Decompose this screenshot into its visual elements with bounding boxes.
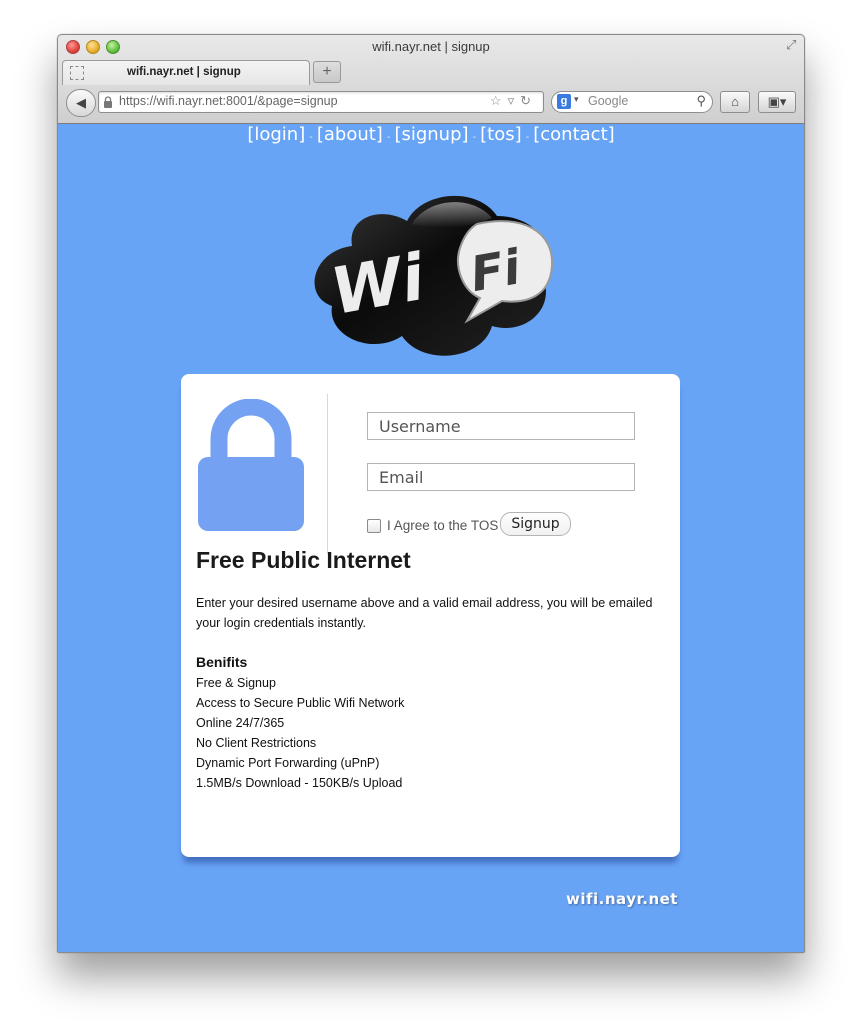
padlock-icon: [198, 399, 304, 531]
reader-dropdown-icon[interactable]: ▿: [508, 93, 521, 108]
vertical-divider: [327, 394, 328, 554]
card-description: Enter your desired username above and a …: [196, 596, 653, 630]
benefit-item: Access to Secure Public Wifi Network: [196, 696, 405, 710]
bookmark-star-icon[interactable]: ☆: [490, 93, 508, 108]
new-tab-button[interactable]: +: [313, 61, 341, 83]
email-input[interactable]: [367, 463, 635, 491]
reload-icon[interactable]: ↻: [520, 93, 537, 108]
search-placeholder: Google: [588, 94, 629, 108]
nav-link-contact[interactable]: [contact]: [533, 124, 614, 145]
google-icon[interactable]: g: [557, 94, 571, 109]
benefit-item: 1.5MB/s Download - 150KB/s Upload: [196, 776, 403, 790]
nav-separator: -: [525, 132, 530, 143]
page-content: [login] - [about] - [signup] - [tos] - [contact]…: [58, 124, 804, 952]
benefit-item: Dynamic Port Forwarding (uPnP): [196, 756, 380, 770]
back-button[interactable]: ◀: [66, 89, 96, 117]
signup-button[interactable]: Signup: [500, 512, 571, 536]
tab-label: wifi.nayr.net | signup: [127, 66, 241, 78]
fullscreen-icon[interactable]: ⤢: [786, 38, 800, 52]
wifi-logo: Wi Fi: [314, 195, 554, 356]
nav-separator: -: [472, 132, 477, 143]
nav-link-signup[interactable]: [signup]: [394, 124, 468, 145]
agree-tos-label[interactable]: I Agree to the TOS: [387, 518, 498, 533]
agree-tos-checkbox[interactable]: [367, 519, 381, 533]
nav-separator: -: [309, 132, 313, 143]
browser-toolbar: wifi.nayr.net | signup ⤢ wifi.nayr.net |…: [58, 35, 804, 124]
top-navigation: [login] - [about] - [signup] - [tos] - [contact]: [58, 124, 804, 145]
logo-fi-text: Fi: [466, 239, 525, 303]
browser-window: wifi.nayr.net | signup ⤢ wifi.nayr.net |…: [57, 34, 805, 953]
bookmarks-menu-button[interactable]: ▣▾: [758, 91, 796, 113]
home-button[interactable]: ⌂: [720, 91, 750, 113]
benefit-item: No Client Restrictions: [196, 736, 317, 750]
nav-separator: -: [386, 132, 391, 143]
browser-tab-active[interactable]: wifi.nayr.net | signup: [62, 60, 310, 85]
search-bar[interactable]: g ▾ Google ⚲: [551, 91, 713, 113]
signup-card: I Agree to the TOS Signup Free Public In…: [181, 374, 680, 857]
username-input[interactable]: [367, 412, 635, 440]
window-title: wifi.nayr.net | signup: [372, 39, 490, 54]
benefits-list: Free & Signup Access to Secure Public Wi…: [196, 673, 404, 793]
secure-lock-icon: [104, 96, 112, 108]
home-icon: ⌂: [731, 94, 739, 109]
benefit-item: Online 24/7/365: [196, 716, 285, 730]
favicon-placeholder-icon: [70, 66, 84, 80]
url-text: https://wifi.nayr.net:8001/&page=signup: [119, 94, 338, 108]
address-bar[interactable]: https://wifi.nayr.net:8001/&page=signup …: [98, 91, 544, 113]
search-engine-dropdown-icon[interactable]: ▾: [574, 94, 579, 105]
bookmarks-icon: ▣▾: [767, 94, 787, 109]
benefit-item: Free & Signup: [196, 676, 276, 690]
benefits-heading: Benifits: [196, 654, 248, 670]
search-icon[interactable]: ⚲: [696, 93, 706, 109]
nav-link-tos[interactable]: [tos]: [480, 124, 522, 145]
url-bar-actions[interactable]: ☆▿↻: [490, 93, 537, 109]
card-title: Free Public Internet: [196, 547, 411, 573]
nav-link-about[interactable]: [about]: [317, 124, 383, 145]
footer-brand: wifi.nayr.net: [566, 890, 678, 908]
nav-link-login[interactable]: [login]: [247, 124, 305, 145]
